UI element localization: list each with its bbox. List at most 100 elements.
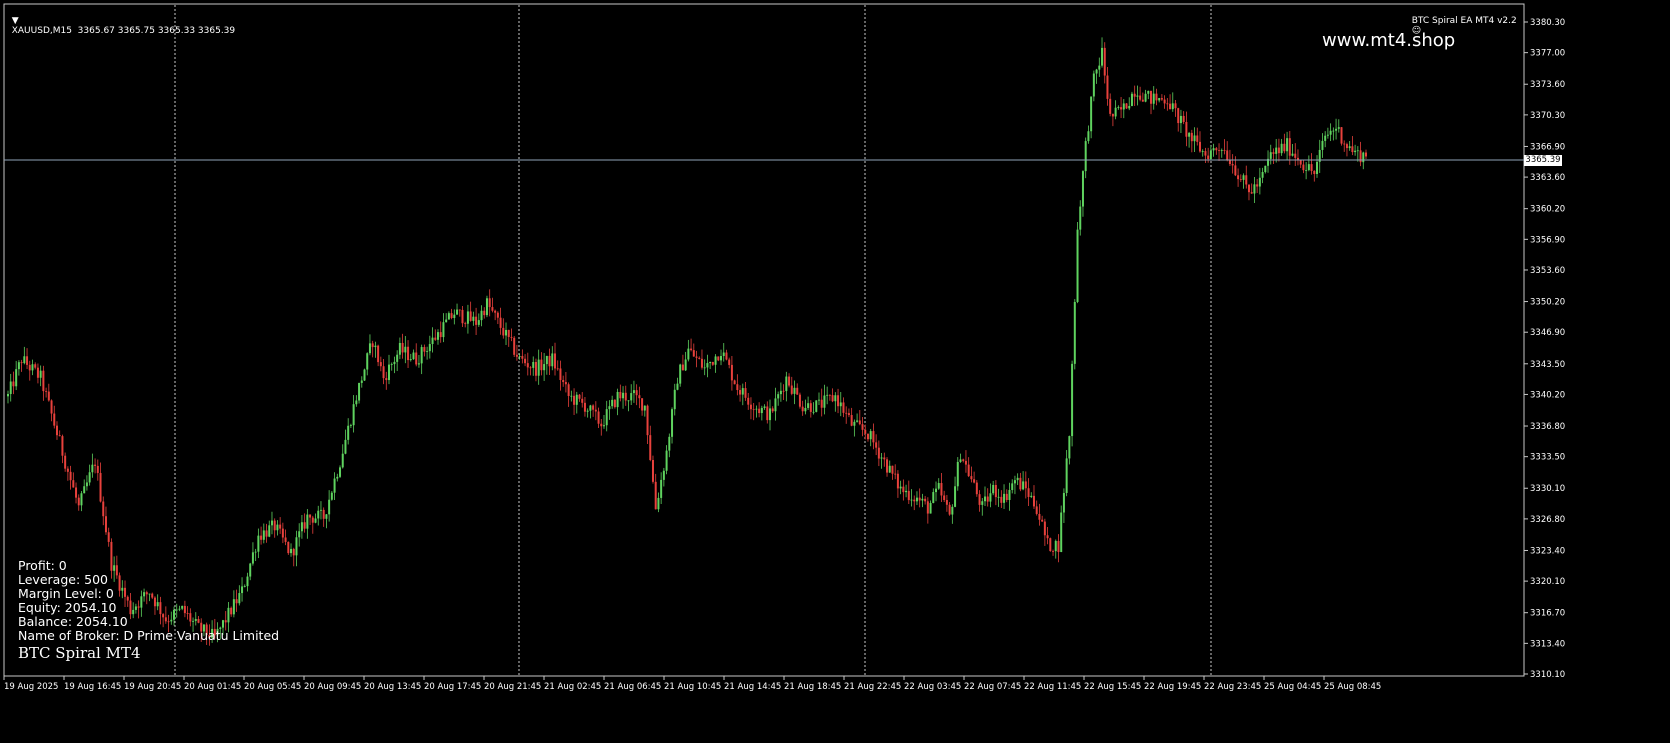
candle-body — [692, 350, 695, 357]
candle-body — [921, 498, 924, 501]
candle-body — [744, 388, 747, 398]
candle-body — [583, 402, 586, 412]
price-tick-label: 3316.70 — [1530, 609, 1565, 619]
candle-body — [496, 312, 499, 318]
candle-body — [687, 348, 690, 360]
candle-body — [159, 602, 162, 615]
candle-body — [398, 342, 401, 355]
candle-body — [230, 607, 233, 615]
candle-body — [1171, 103, 1174, 110]
candle-body — [464, 323, 467, 325]
candle-body — [858, 420, 861, 425]
candle-body — [439, 332, 442, 338]
time-tick-label: 25 Aug 08:45 — [1324, 682, 1381, 692]
candle-body — [371, 343, 374, 348]
candle-body — [189, 613, 192, 622]
candle-body — [28, 364, 31, 371]
candle-body — [1032, 495, 1035, 507]
candle-body — [842, 402, 845, 413]
candle-body — [556, 368, 559, 370]
candle-body — [1120, 107, 1123, 110]
candle-body — [1356, 150, 1359, 152]
candle-body — [1313, 170, 1316, 174]
candle-body — [75, 487, 78, 498]
candle-body — [684, 359, 687, 371]
candle-body — [771, 408, 774, 412]
candle-body — [567, 384, 570, 396]
candle-body — [1305, 170, 1308, 171]
candle-body — [954, 486, 957, 507]
triangle-down-icon[interactable]: ▼ — [12, 16, 19, 26]
candle-body — [153, 597, 156, 607]
candle-body — [385, 378, 388, 381]
candle-body — [537, 359, 540, 376]
candle-body — [730, 364, 733, 381]
candle-body — [779, 390, 782, 395]
candle-body — [1095, 69, 1098, 74]
candle-body — [472, 316, 475, 321]
candle-body — [1158, 98, 1161, 101]
candle-body — [962, 459, 965, 461]
candle-body — [989, 493, 992, 502]
candle-body — [1022, 481, 1025, 490]
candle-body — [358, 382, 361, 401]
candle-body — [671, 409, 674, 437]
candle-body — [1324, 135, 1327, 141]
candle-body — [632, 390, 635, 394]
candle-body — [798, 394, 801, 407]
candle-body — [619, 391, 622, 399]
candle-body — [249, 563, 252, 577]
candle-body — [36, 367, 39, 378]
candle-body — [96, 465, 99, 473]
candle-body — [700, 358, 703, 368]
candle-body — [1141, 99, 1144, 102]
candle-body — [834, 395, 837, 402]
candle-body — [456, 309, 459, 315]
candle-body — [698, 357, 701, 359]
candle-body — [396, 354, 399, 362]
candle-body — [1215, 148, 1218, 151]
candle-body — [1128, 105, 1131, 109]
account-margin-level: Margin Level: 0 — [18, 586, 114, 601]
candle-body — [137, 606, 140, 608]
time-tick-label: 22 Aug 03:45 — [904, 682, 961, 692]
candle-body — [888, 465, 891, 473]
candle-body — [1185, 121, 1188, 137]
time-tick-label: 22 Aug 07:45 — [964, 682, 1021, 692]
candle-body — [796, 387, 799, 395]
candle-body — [325, 514, 328, 519]
candle-body — [197, 618, 200, 623]
price-tick-label: 3320.10 — [1530, 577, 1565, 587]
candle-body — [121, 587, 124, 591]
candle-body — [575, 394, 578, 405]
candle-body — [883, 457, 886, 460]
candle-body — [132, 609, 135, 615]
candle-body — [910, 499, 913, 501]
candle-body — [251, 552, 254, 564]
candle-body — [875, 442, 878, 448]
candle-body — [608, 406, 611, 410]
candle-body — [1212, 148, 1215, 151]
candle-body — [749, 404, 752, 410]
candle-body — [1111, 113, 1114, 117]
candle-body — [853, 421, 856, 426]
candle-body — [1076, 229, 1079, 302]
candle-body — [91, 464, 94, 473]
candle-body — [1253, 184, 1256, 194]
candle-body — [586, 410, 589, 412]
candle-body — [660, 479, 663, 498]
candle-body — [828, 394, 831, 396]
candle-body — [1228, 160, 1231, 165]
candle-body — [1054, 540, 1057, 552]
candle-body — [243, 586, 246, 587]
candle-body — [597, 411, 600, 424]
candle-body — [1277, 147, 1280, 154]
candle-body — [164, 617, 167, 622]
symbol-header[interactable]: ▼ XAUUSD,M15 3365.67 3365.75 3365.33 336… — [6, 6, 235, 36]
candle-body — [1163, 99, 1166, 104]
price-tick-label: 3326.80 — [1530, 515, 1565, 525]
candle-body — [393, 361, 396, 365]
price-tick-label: 3310.10 — [1530, 670, 1565, 680]
candle-body — [107, 532, 110, 542]
candle-body — [1060, 512, 1063, 553]
